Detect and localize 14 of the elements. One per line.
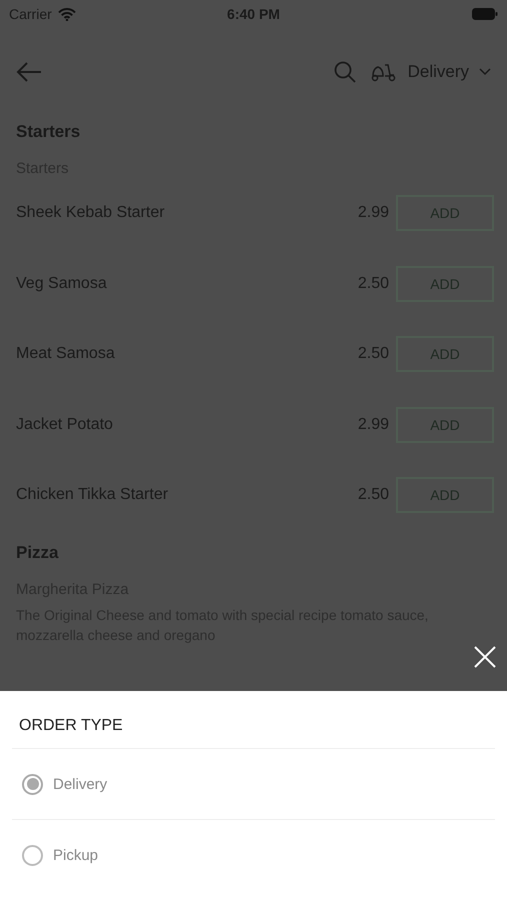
radio-button[interactable] — [22, 844, 43, 866]
back-arrow-icon[interactable] — [16, 62, 42, 82]
search-icon[interactable] — [334, 61, 356, 83]
order-type-option[interactable]: Pickup — [12, 820, 495, 890]
close-icon[interactable] — [474, 646, 496, 668]
option-label: Pickup — [53, 846, 98, 864]
radio-button[interactable] — [22, 774, 43, 794]
order-type-option[interactable]: Delivery — [12, 749, 495, 820]
option-label: Delivery — [53, 776, 108, 792]
wifi-icon — [58, 8, 76, 20]
scooter-icon — [370, 62, 398, 82]
battery-icon — [472, 8, 498, 20]
chevron-down-icon — [479, 68, 491, 76]
sheet-title: ORDER TYPE — [12, 691, 495, 749]
